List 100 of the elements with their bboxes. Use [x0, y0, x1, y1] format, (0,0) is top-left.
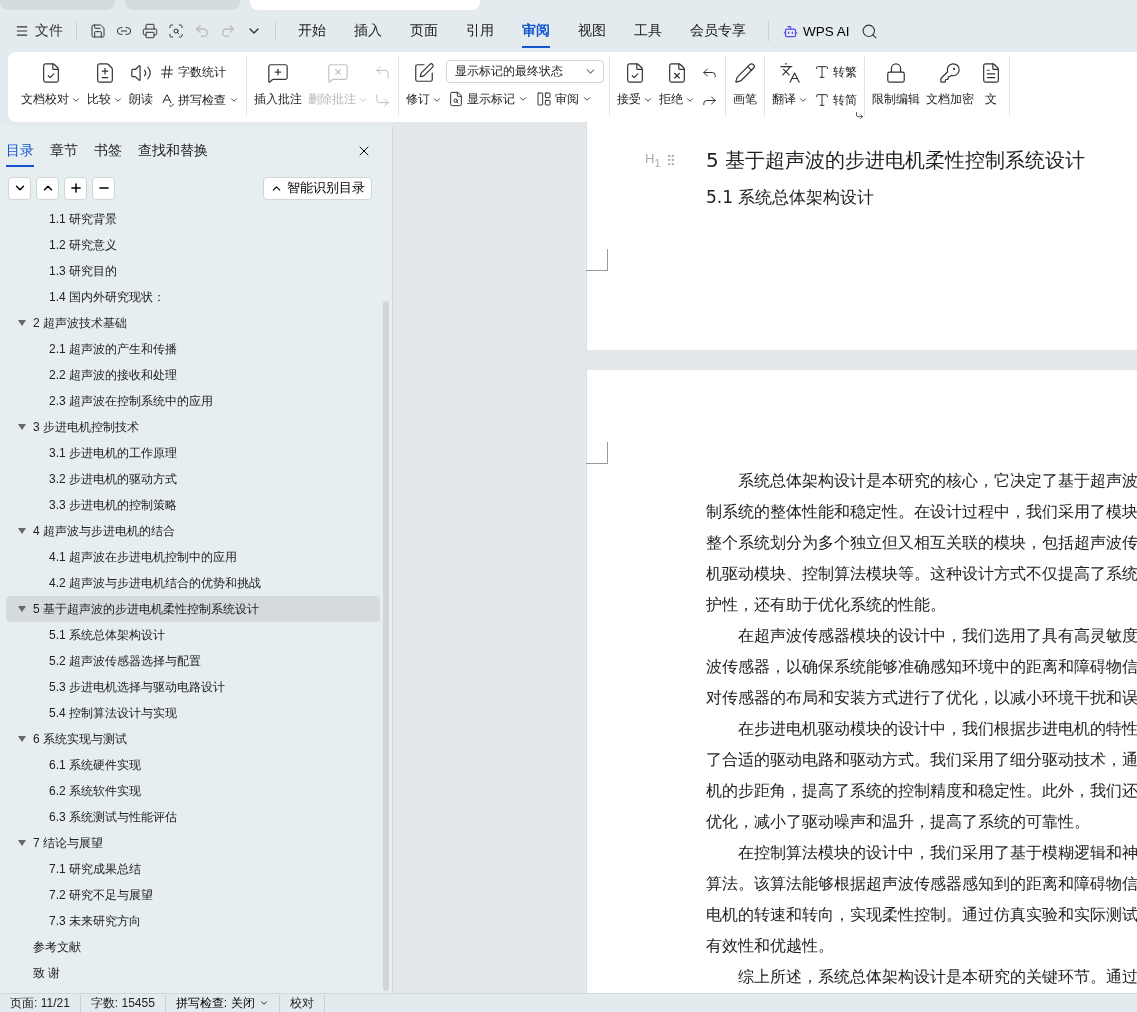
- heading-marker: H$_{1}$: [645, 151, 661, 169]
- toc-item[interactable]: 2.3 超声波在控制系统中的应用: [6, 388, 380, 414]
- ribbon-button[interactable]: 修订: [404, 56, 444, 110]
- toc-item[interactable]: 1.3 研究目的: [6, 258, 380, 284]
- toc-item[interactable]: 致 谢: [6, 960, 380, 986]
- toc-item[interactable]: 5.2 超声波传感器选择与配置: [6, 648, 380, 674]
- collapse-button[interactable]: [36, 176, 59, 200]
- panel-tab[interactable]: 查找和替换: [138, 135, 208, 167]
- toc-item[interactable]: 3.3 步进电机的控制策略: [6, 492, 380, 518]
- toc-item[interactable]: 2 超声波技术基础: [6, 310, 380, 336]
- smart-toc-button[interactable]: 智能识别目录: [263, 176, 372, 200]
- body-text-line: 机驱动模块、控制算法模块等。这种设计方式不仅提高了系统: [706, 564, 1137, 585]
- toc-item[interactable]: 1.1 研究背景: [6, 206, 380, 232]
- body-text-line: 在步进电机驱动模块的设计中，我们根据步进电机的特性: [737, 719, 1137, 740]
- panel-tab[interactable]: 章节: [50, 135, 78, 167]
- ribbon-button[interactable]: 显示标记: [446, 87, 530, 111]
- body-text-line: 制系统的整体性能和稳定性。在设计过程中，我们采用了模块: [706, 502, 1137, 523]
- menu-tab[interactable]: 视图: [578, 14, 606, 48]
- toc-item[interactable]: 5.3 步进电机选择与驱动电路设计: [6, 674, 380, 700]
- key-icon: [939, 62, 961, 84]
- toc-item[interactable]: 3 步进电机控制技术: [6, 414, 380, 440]
- toc-item[interactable]: 5.1 系统总体架构设计: [6, 622, 380, 648]
- toc-item[interactable]: 7.1 研究成果总结: [6, 856, 380, 882]
- toc-item[interactable]: 6.3 系统测试与性能评估: [6, 804, 380, 830]
- menu-tab[interactable]: 页面: [410, 14, 438, 48]
- panel-tab[interactable]: 书签: [94, 135, 122, 167]
- compare-document-icon: [94, 62, 116, 84]
- menu-tab[interactable]: 引用: [466, 14, 494, 48]
- toc-item[interactable]: 2.1 超声波的产生和传播: [6, 336, 380, 362]
- ribbon-button[interactable]: 字数统计: [157, 60, 241, 84]
- markup-select[interactable]: 显示标记的最终状态: [446, 60, 604, 83]
- toc-item[interactable]: 7 结论与展望: [6, 830, 380, 856]
- ribbon-button[interactable]: 限制编辑: [870, 56, 922, 110]
- toc-item[interactable]: 7.3 未来研究方向: [6, 908, 380, 934]
- ribbon-button[interactable]: 转繁: [812, 60, 859, 84]
- speaker-icon: [130, 62, 152, 84]
- crop-mark: [586, 249, 608, 271]
- menu-tab[interactable]: 审阅: [522, 14, 550, 48]
- caret-icon: [258, 998, 269, 1008]
- expand-triangle-icon[interactable]: [18, 424, 26, 430]
- scrollbar[interactable]: [383, 301, 389, 991]
- toc-item[interactable]: 参考文献: [6, 934, 380, 960]
- toc-item[interactable]: 4.2 超声波与步进电机结合的优势和挑战: [6, 570, 380, 596]
- document-x-icon: [666, 62, 688, 84]
- menu-tab[interactable]: 开始: [298, 14, 326, 48]
- robot-icon: [783, 23, 798, 39]
- pencil-icon: [734, 62, 756, 84]
- toc-item[interactable]: 6.1 系统硬件实现: [6, 752, 380, 778]
- ribbon-button[interactable]: 朗读: [127, 56, 155, 110]
- translate-icon: [779, 62, 801, 84]
- toc-item[interactable]: 6.2 系统软件实现: [6, 778, 380, 804]
- toc-item[interactable]: 3.2 步进电机的驱动方式: [6, 466, 380, 492]
- toc-item[interactable]: 2.2 超声波的接收和处理: [6, 362, 380, 388]
- ribbon-button[interactable]: 接受: [615, 56, 655, 110]
- toc-item[interactable]: 4.1 超声波在步进电机控制中的应用: [6, 544, 380, 570]
- hash-icon: [159, 64, 175, 80]
- comment-add-icon: [267, 62, 289, 84]
- toc-item[interactable]: 7.2 研究不足与展望: [6, 882, 380, 908]
- ribbon-button[interactable]: 审阅: [534, 87, 594, 111]
- toc-item[interactable]: 5.4 控制算法设计与实现: [6, 700, 380, 726]
- toc-item[interactable]: 5 基于超声波的步进电机柔性控制系统设计: [6, 596, 380, 622]
- toc-item[interactable]: 6 系统实现与测试: [6, 726, 380, 752]
- dialog-launcher-icon[interactable]: [855, 111, 864, 120]
- ribbon-button[interactable]: 文: [978, 56, 1004, 110]
- ribbon-button[interactable]: 文档加密: [924, 56, 976, 110]
- ai-button[interactable]: WPS AI: [777, 19, 856, 43]
- ribbon-button[interactable]: 翻译: [770, 56, 810, 110]
- file-menu[interactable]: 文件: [10, 18, 68, 44]
- expand-triangle-icon[interactable]: [18, 528, 26, 534]
- spell-check-status[interactable]: 拼写检查: 关闭: [165, 994, 280, 1012]
- document-search-icon: [448, 91, 464, 107]
- ribbon-button[interactable]: 文档校对: [19, 56, 83, 110]
- remove-button[interactable]: [92, 176, 115, 200]
- toc-item[interactable]: 1.2 研究意义: [6, 232, 380, 258]
- document-icon: [980, 62, 1002, 84]
- expand-triangle-icon[interactable]: [18, 736, 26, 742]
- panel-tab[interactable]: 目录: [6, 135, 34, 167]
- menu-tab[interactable]: 会员专享: [690, 14, 746, 48]
- toc-item[interactable]: 3.1 步进电机的工作原理: [6, 440, 380, 466]
- crop-mark: [586, 442, 608, 464]
- ribbon-button[interactable]: 画笔: [731, 56, 759, 110]
- toc-item[interactable]: 4 超声波与步进电机的结合: [6, 518, 380, 544]
- expand-triangle-icon[interactable]: [18, 320, 26, 326]
- body-text-line: 优化，减小了驱动噪声和温升，提高了系统的可靠性。: [706, 812, 1091, 833]
- subheading: 5.1 系统总体架构设计: [706, 186, 876, 209]
- expand-triangle-icon[interactable]: [18, 606, 26, 612]
- body-text-line: 在超声波传感器模块的设计中，我们选用了具有高灵敏度: [737, 626, 1137, 647]
- expand-triangle-icon[interactable]: [18, 840, 26, 846]
- ribbon-button[interactable]: 比较: [85, 56, 125, 110]
- caret-icon: [518, 94, 528, 104]
- ribbon-button[interactable]: 插入批注: [252, 56, 304, 110]
- ribbon-button[interactable]: 拒绝: [657, 56, 697, 110]
- menu-tab[interactable]: 插入: [354, 14, 382, 48]
- add-button[interactable]: [64, 176, 87, 200]
- toc-item[interactable]: 1.4 国内外研究现状：: [6, 284, 380, 310]
- ribbon-button[interactable]: 拼写检查: [157, 88, 241, 112]
- expand-button[interactable]: [8, 176, 31, 200]
- menu-tab[interactable]: 工具: [634, 14, 662, 48]
- arrow-back-icon: [374, 63, 391, 81]
- ribbon-button[interactable]: 转简: [812, 88, 859, 112]
